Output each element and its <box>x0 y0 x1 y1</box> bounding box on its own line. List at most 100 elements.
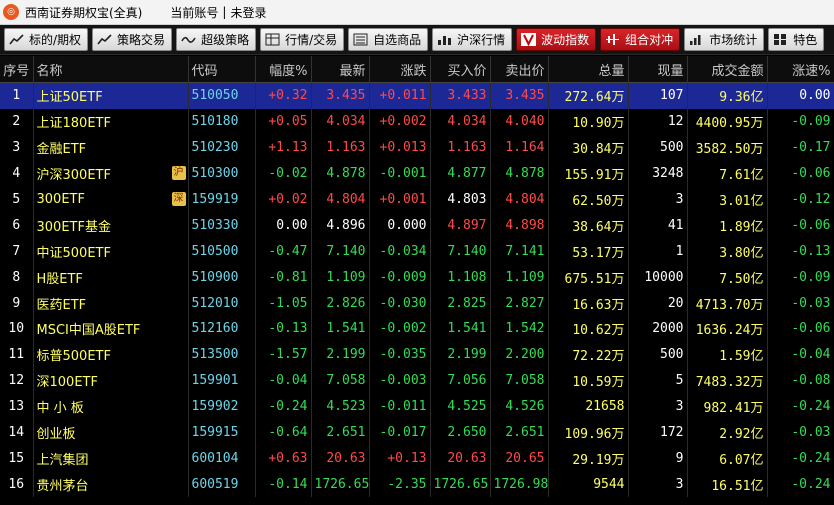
security-name: 300ETF基金 <box>33 212 189 239</box>
toolbar-button-3[interactable]: 行情/交易 <box>260 28 345 51</box>
ask-price: 1.542 <box>490 316 549 342</box>
total-volume-text: 38.64万 <box>572 219 625 235</box>
turnover-amount-text: 4713.70万 <box>695 297 764 313</box>
last-price-text: 4.896 <box>326 217 366 233</box>
toolbar-button-label: 沪深行情 <box>457 33 506 47</box>
account-label: 当前账号 <box>170 5 219 20</box>
table-row[interactable]: 10 MSCI中国A股ETF 512160 -0.13 1.541 -0.002 1.541… <box>0 316 834 342</box>
column-header[interactable]: 总量 <box>548 56 629 83</box>
row-index-text: 8 <box>12 269 21 285</box>
toolbar-button-2[interactable]: 超级策略 <box>176 28 257 51</box>
turnover-amount-text: 16.51亿 <box>711 478 764 494</box>
rise-speed: -0.09 <box>767 108 834 135</box>
row-index-text: 10 <box>8 321 25 337</box>
ask-price: 4.804 <box>490 186 549 213</box>
row-index-text: 2 <box>12 114 21 130</box>
table-row[interactable]: 8 H股ETF 510900 -0.81 1.109 -0.009 1.108 1.109 67… <box>0 264 834 291</box>
turnover-amount: 4713.70万 <box>687 290 768 317</box>
turnover-amount-text: 1.89亿 <box>719 219 764 235</box>
table-row[interactable]: 9 医药ETF 512010 -1.05 2.826 -0.030 2.825 2.827 16… <box>0 290 834 317</box>
last-price: 7.058 <box>311 367 370 394</box>
toolbar-button-7[interactable]: 组合对冲 <box>600 28 681 51</box>
turnover-amount: 16.51亿 <box>687 471 768 498</box>
table-row[interactable]: 6 300ETF基金 510330 0.00 4.896 0.000 4.897 4.898 3… <box>0 212 834 239</box>
change-percent-text: +0.02 <box>268 192 308 207</box>
column-header[interactable]: 幅度% <box>255 56 312 83</box>
table-row[interactable]: 11 标普500ETF 513500 -1.57 2.199 -0.035 2.199 2.2… <box>0 341 834 368</box>
login-status[interactable]: 未登录 <box>230 4 266 21</box>
bid-price-text: 7.056 <box>447 373 487 389</box>
price-change-text: -0.002 <box>379 321 427 337</box>
last-price-text: 1.109 <box>326 269 366 285</box>
column-header[interactable]: 卖出价 <box>490 56 549 83</box>
column-header[interactable]: 名称 <box>33 56 189 83</box>
chart-icon <box>97 33 112 46</box>
price-change-text: +0.001 <box>379 192 427 207</box>
change-percent: -0.04 <box>255 367 312 394</box>
table-row[interactable]: 7 中证500ETF 510500 -0.47 7.140 -0.034 7.140 7.14… <box>0 238 834 265</box>
security-code: 510330 <box>188 212 256 239</box>
current-volume: 3 <box>628 186 688 213</box>
table-row[interactable]: 15 上汽集团 600104 +0.63 20.63 +0.13 20.63 20.65 29.… <box>0 445 834 472</box>
row-index-text: 13 <box>8 399 25 415</box>
rise-speed: -0.06 <box>767 160 834 187</box>
rise-speed: -0.12 <box>767 186 834 213</box>
security-code: 510180 <box>188 108 256 135</box>
column-header[interactable]: 最新 <box>311 56 370 83</box>
security-code-text: 510900 <box>191 269 239 285</box>
bid-price-text: 2.825 <box>447 295 487 311</box>
ask-price-text: 1.542 <box>505 321 545 337</box>
last-price: 1.541 <box>311 316 370 342</box>
current-volume-text: 1 <box>675 243 684 259</box>
column-header[interactable]: 买入价 <box>430 56 491 83</box>
column-header[interactable]: 涨跌 <box>369 56 431 83</box>
change-percent: +0.05 <box>255 108 312 135</box>
rise-speed-text: -0.12 <box>791 192 831 207</box>
bid-price: 1.108 <box>430 264 491 291</box>
toolbar-button-label: 波动指数 <box>541 33 590 47</box>
current-volume: 2000 <box>628 316 688 342</box>
ask-price-text: 4.804 <box>505 192 545 207</box>
toolbar-button-8[interactable]: 市场统计 <box>684 28 765 51</box>
bid-price: 1.163 <box>430 134 491 161</box>
toolbar-button-0[interactable]: 标的/期权 <box>4 28 89 51</box>
table-row[interactable]: 1 上证50ETF 510050 +0.32 3.435 +0.011 3.433 3.435… <box>0 82 834 109</box>
bid-price: 4.803 <box>430 186 491 213</box>
security-code-text: 600104 <box>191 450 239 466</box>
security-code-text: 512010 <box>191 295 239 311</box>
column-header[interactable]: 现量 <box>628 56 688 83</box>
table-row[interactable]: 3 金融ETF 510230 +1.13 1.163 +0.013 1.163 1.164 30… <box>0 134 834 161</box>
total-volume-text: 53.17万 <box>572 245 625 261</box>
change-percent: +1.13 <box>255 134 312 161</box>
column-header[interactable]: 序号 <box>0 56 34 83</box>
turnover-amount-text: 4400.95万 <box>695 116 764 132</box>
column-header[interactable]: 涨速% <box>767 56 834 83</box>
total-volume-text: 62.50万 <box>572 194 625 209</box>
toolbar-button-4[interactable]: 自选商品 <box>348 28 429 51</box>
table-row[interactable]: 14 创业板 159915 -0.64 2.651 -0.017 2.650 2.651 109… <box>0 419 834 446</box>
row-index: 8 <box>0 264 34 291</box>
table-row[interactable]: 4 沪深300ETF 沪 510300 -0.02 4.878 -0.001 4.877 4.8… <box>0 160 834 187</box>
current-volume: 107 <box>628 82 688 109</box>
toolbar-button-9[interactable]: 特色 <box>768 28 825 51</box>
table-row[interactable]: 2 上证180ETF 510180 +0.05 4.034 +0.002 4.034 4.04… <box>0 108 834 135</box>
column-header[interactable]: 代码 <box>188 56 256 83</box>
toolbar-button-1[interactable]: 策略交易 <box>92 28 173 51</box>
column-header[interactable]: 成交金额 <box>687 56 768 83</box>
last-price: 4.804 <box>311 186 370 213</box>
table-row[interactable]: 13 中 小 板 159902 -0.24 4.523 -0.011 4.525 4.526 2… <box>0 393 834 420</box>
row-index-text: 4 <box>12 166 21 182</box>
toolbar-button-5[interactable]: 沪深行情 <box>432 28 513 51</box>
ask-price-text: 4.526 <box>505 399 545 415</box>
bid-price: 7.140 <box>430 238 491 265</box>
rise-speed-text: 0.00 <box>799 88 831 104</box>
rise-speed-text: -0.03 <box>791 295 831 311</box>
table-row[interactable]: 16 贵州茅台 600519 -0.14 1726.65 -2.35 1726.65 1726… <box>0 471 834 498</box>
last-price-text: 4.804 <box>326 192 366 207</box>
change-percent: -0.47 <box>255 238 312 265</box>
row-index-text: 3 <box>12 140 21 156</box>
table-row[interactable]: 12 深100ETF 159901 -0.04 7.058 -0.003 7.056 7.05… <box>0 367 834 394</box>
row-index-text: 6 <box>12 217 21 233</box>
toolbar-button-6[interactable]: 波动指数 <box>516 28 597 51</box>
table-row[interactable]: 5 300ETF 深 159919 +0.02 4.804 +0.001 4.803 4.804… <box>0 186 834 213</box>
